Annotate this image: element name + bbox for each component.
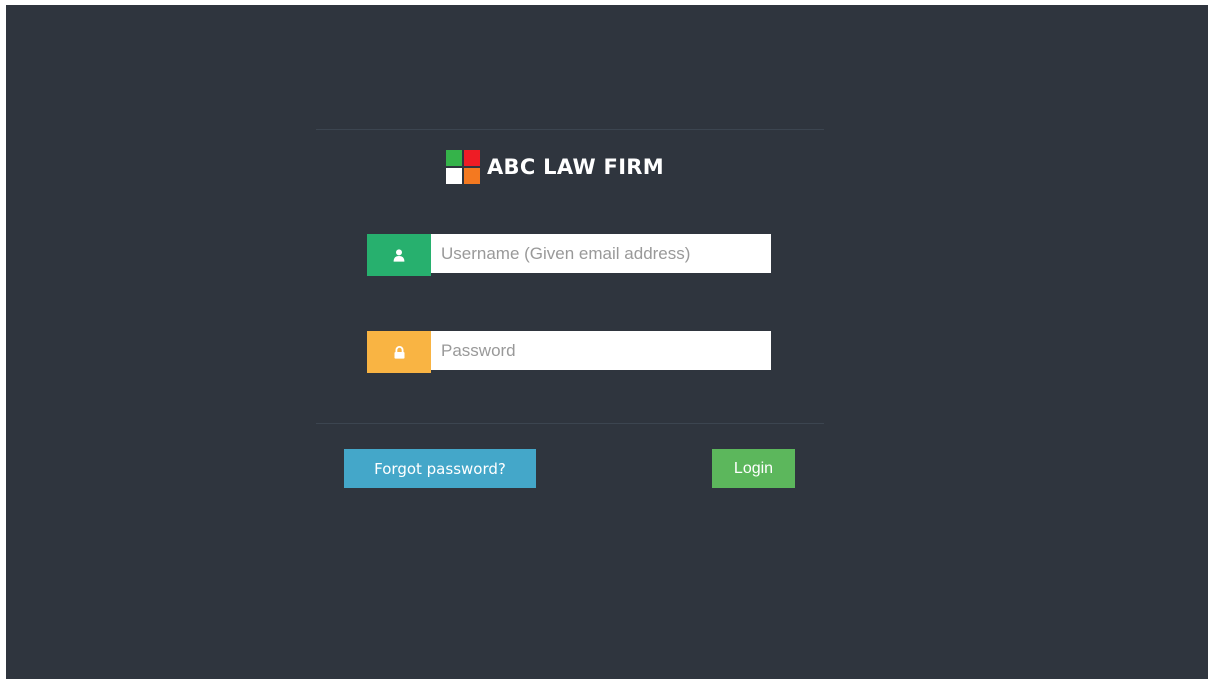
password-input[interactable] — [431, 331, 771, 370]
top-divider — [316, 129, 824, 130]
username-addon — [367, 234, 431, 276]
username-field — [367, 234, 773, 276]
forgot-password-button[interactable]: Forgot password? — [344, 449, 536, 488]
login-button[interactable]: Login — [712, 449, 795, 488]
user-icon — [393, 248, 405, 262]
bottom-divider — [316, 423, 824, 424]
logo-icon — [446, 150, 480, 184]
brand-name: ABC LAW FIRM — [487, 155, 664, 179]
login-panel: ABC LAW FIRM Forgot password? Login — [316, 129, 824, 489]
password-addon — [367, 331, 431, 373]
login-screen: ABC LAW FIRM Forgot password? Login — [6, 5, 1208, 679]
brand-header: ABC LAW FIRM — [446, 150, 664, 184]
logo-square-green — [446, 150, 462, 166]
logo-square-red — [464, 150, 480, 166]
username-input[interactable] — [431, 234, 771, 273]
logo-square-white — [446, 168, 462, 184]
logo-square-orange — [464, 168, 480, 184]
password-field — [367, 331, 773, 373]
lock-icon — [394, 345, 404, 359]
